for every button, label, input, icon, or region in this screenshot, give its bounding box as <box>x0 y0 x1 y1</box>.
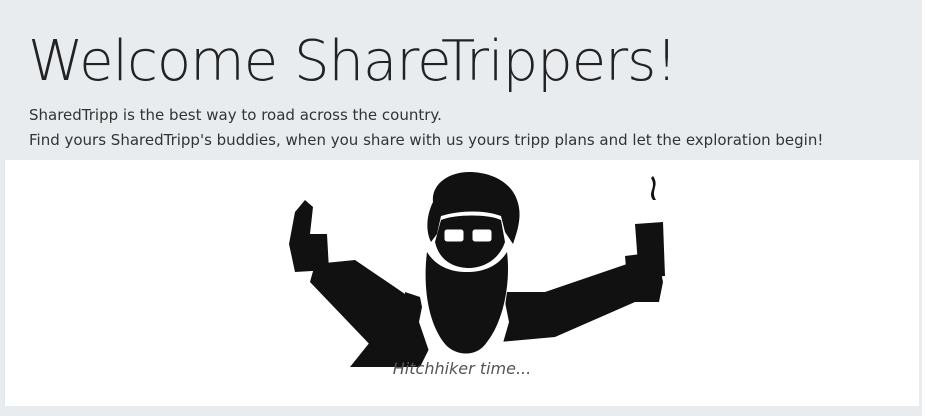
cut-off-content-strip <box>0 406 922 416</box>
lead-text-line-1: SharedTripp is the best way to road acro… <box>29 106 442 124</box>
image-caption: Hitchhiker time... <box>392 359 532 378</box>
hero-image-card: Hitchhiker time... <box>4 160 919 406</box>
hitchhiker-illustration-icon <box>289 172 665 367</box>
page-title: Welcome ShareTrippers! <box>28 29 678 94</box>
jumbotron: Welcome ShareTrippers! SharedTripp is th… <box>0 0 922 416</box>
cut-off-text <box>29 406 34 416</box>
lead-text-line-2: Find yours SharedTripp's buddies, when y… <box>29 131 824 149</box>
